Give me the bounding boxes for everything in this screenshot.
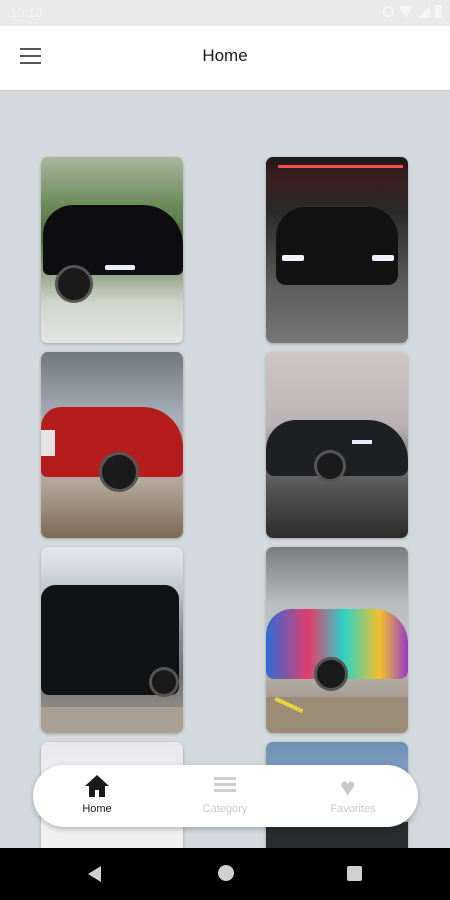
settings-status-icon [383,6,394,17]
wheel [314,450,346,482]
image-grid [0,90,450,848]
signal-icon [418,5,430,18]
grid-card-5[interactable] [41,547,183,733]
nav-home-label: Home [82,803,112,815]
list-icon [214,777,236,795]
bottom-navigation: Home Category ♥ Favorites [33,765,418,827]
wheel [149,667,179,697]
system-home-icon[interactable] [218,865,234,881]
grid-card-3[interactable] [41,352,183,538]
page-title: Home [202,46,248,65]
status-time: 10:10 [10,5,43,20]
back-icon[interactable] [88,866,101,882]
nav-category[interactable]: Category [170,773,280,821]
nav-favorites-label: Favorites [330,803,376,815]
wheel [55,265,93,303]
system-navigation-bar [0,848,450,900]
nav-category-label: Category [202,803,248,815]
heart-icon: ♥ [340,772,356,802]
recent-apps-icon[interactable] [347,866,362,881]
grid-card-1[interactable] [41,157,183,343]
wifi-icon [399,5,413,18]
grid-card-2[interactable] [266,157,408,343]
app-bar: Home [0,26,450,90]
nav-favorites[interactable]: ♥ Favorites [298,773,408,821]
car-image [276,207,398,285]
battery-icon [435,5,442,18]
grid-card-4[interactable] [266,352,408,538]
status-bar: 10:10 [0,0,450,26]
wheel [99,452,139,492]
nav-home[interactable]: Home [42,773,152,821]
grid-card-6[interactable] [266,547,408,733]
home-icon [85,775,109,797]
wheel [314,657,348,691]
status-icons [383,5,442,18]
